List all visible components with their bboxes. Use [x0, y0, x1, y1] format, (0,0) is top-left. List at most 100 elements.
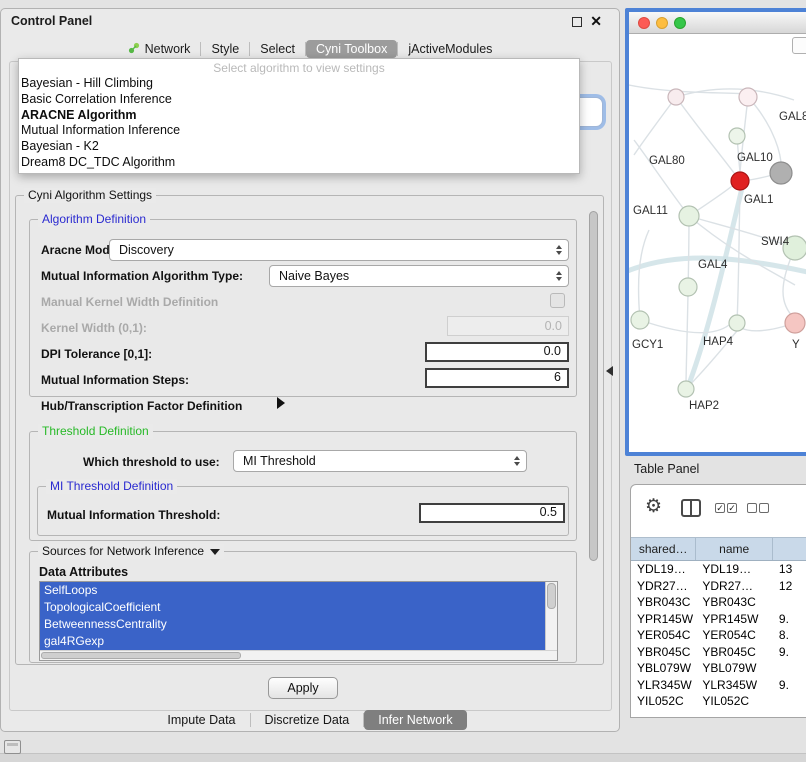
desktop-bottom-strip	[0, 753, 806, 762]
network-window-titlebar[interactable]	[629, 12, 806, 34]
collapsed-arrow-icon[interactable]	[277, 397, 285, 409]
network-node[interactable]	[739, 88, 757, 106]
which-threshold-label: Which threshold to use:	[83, 455, 220, 469]
tab-select[interactable]: Select	[250, 40, 305, 58]
network-edge[interactable]	[640, 320, 729, 333]
table-cell: YLR345W	[696, 677, 773, 694]
mi-algorithm-type-select[interactable]: Naive Bayes	[269, 265, 569, 287]
attribute-item-betweennesscentrality[interactable]: BetweennessCentrality	[40, 616, 545, 633]
dropdown-item-dream8-dc-tdc-algorithm[interactable]: Dream8 DC_TDC Algorithm	[19, 155, 579, 171]
network-scrollbar[interactable]	[792, 37, 806, 54]
panel-tabbar: NetworkStyle Select Cyni Toolbox jActiveMod…	[1, 38, 619, 60]
group-title-mi-threshold-definition: MI Threshold Definition	[46, 479, 177, 494]
table-cell: YDR27…	[696, 578, 773, 595]
network-node[interactable]	[678, 381, 694, 397]
network-node[interactable]	[785, 313, 805, 333]
network-canvas[interactable]: GAL8GAL80GAL10GAL1GAL11SWI4GAL4GCY1HAP4Y…	[629, 34, 806, 452]
network-node[interactable]	[668, 89, 684, 105]
network-edge[interactable]	[639, 230, 649, 320]
network-node[interactable]	[679, 278, 697, 296]
attributes-vscrollbar-thumb[interactable]	[547, 583, 556, 609]
dropdown-item-bayesian-hill-climbing[interactable]: Bayesian - Hill Climbing	[19, 76, 579, 92]
mi-steps-input[interactable]: 6	[425, 368, 569, 388]
table-cell	[773, 660, 806, 677]
network-edge[interactable]	[686, 216, 689, 382]
network-graph[interactable]: GAL8GAL80GAL10GAL1GAL11SWI4GAL4GCY1HAP4Y…	[629, 34, 806, 452]
attributes-vscrollbar[interactable]	[545, 582, 557, 651]
bottom-tab-impute-data[interactable]: Impute Data	[153, 710, 249, 730]
network-node[interactable]	[731, 172, 749, 190]
network-node-label-gal11: GAL11	[633, 205, 668, 217]
network-edge[interactable]	[634, 97, 676, 155]
expanded-arrow-icon[interactable]	[210, 549, 220, 555]
table-row[interactable]: YBL079WYBL079W	[631, 660, 806, 677]
tab-jactivemodules[interactable]: jActiveModules	[398, 40, 502, 58]
columns-icon[interactable]	[681, 499, 701, 517]
dropdown-item-mutual-information-inference[interactable]: Mutual Information Inference	[19, 123, 579, 139]
deselect-all-icon[interactable]	[747, 503, 769, 513]
tab-cyni-toolbox[interactable]: Cyni Toolbox	[306, 40, 397, 58]
tab-style[interactable]: Style	[201, 40, 249, 58]
table-row[interactable]: YBR045CYBR045C9.	[631, 644, 806, 661]
settings-scrollbar-track[interactable]	[589, 205, 599, 657]
table-row[interactable]: YIL052CYIL052C	[631, 693, 806, 710]
network-node[interactable]	[631, 311, 649, 329]
dropdown-item-aracne-algorithm[interactable]: ARACNE Algorithm	[19, 108, 579, 124]
attribute-item-topologicalcoefficient[interactable]: TopologicalCoefficient	[40, 599, 545, 616]
dropdown-item-basic-correlation-inference[interactable]: Basic Correlation Inference	[19, 92, 579, 108]
column-header-shared[interactable]: shared…	[631, 538, 696, 560]
attributes-hscrollbar-thumb[interactable]	[41, 652, 241, 659]
attributes-hscrollbar[interactable]	[40, 650, 557, 660]
select-all-icon[interactable]: ✓✓	[715, 503, 737, 513]
table-row[interactable]: YDL19…YDL19…13	[631, 561, 806, 578]
data-attributes-list[interactable]: SelfLoopsTopologicalCoefficientBetweenne…	[39, 581, 558, 661]
table-row[interactable]: YPR145WYPR145W9.	[631, 611, 806, 628]
spinner-arrows-icon	[556, 245, 562, 255]
group-title-threshold-definition: Threshold Definition	[38, 424, 153, 439]
gear-icon[interactable]: ⚙	[645, 495, 662, 518]
network-node[interactable]	[679, 206, 699, 226]
float-window-icon[interactable]	[572, 17, 582, 27]
dropdown-item-bayesian-k2[interactable]: Bayesian - K2	[19, 139, 579, 155]
zoom-traffic-light[interactable]	[674, 17, 686, 29]
apply-button[interactable]: Apply	[268, 677, 338, 699]
table-cell: 8.	[773, 627, 806, 644]
network-edge[interactable]	[689, 216, 795, 285]
column-header-2[interactable]	[773, 538, 806, 560]
splitter-collapse-icon[interactable]	[606, 366, 613, 376]
mi-threshold-input[interactable]: 0.5	[419, 503, 565, 523]
tab-network[interactable]: Network	[118, 40, 201, 59]
mi-steps-label: Mutual Information Steps:	[41, 373, 189, 387]
aracne-mode-select[interactable]: Discovery	[109, 239, 569, 261]
column-header-name[interactable]: name	[696, 538, 773, 560]
table-row[interactable]: YDR27…YDR27…12	[631, 578, 806, 595]
network-node[interactable]	[729, 128, 745, 144]
table-row[interactable]: YLR345WYLR345W9.	[631, 677, 806, 694]
close-window-icon[interactable]: ✕	[590, 13, 602, 29]
spinner-arrows-icon	[556, 271, 562, 281]
tab-label: Cyni Toolbox	[316, 42, 387, 56]
table-cell: YPR145W	[631, 611, 696, 628]
dpi-tolerance-label: DPI Tolerance [0,1]:	[41, 347, 152, 361]
window-title: Control Panel	[11, 14, 92, 28]
network-edge[interactable]	[676, 89, 794, 100]
attribute-item-selfloops[interactable]: SelfLoops	[40, 582, 545, 599]
collapsed-panel-icon-inner	[7, 743, 18, 746]
network-node[interactable]	[770, 162, 792, 184]
dpi-tolerance-input[interactable]: 0.0	[425, 342, 569, 362]
network-edge[interactable]	[676, 97, 737, 177]
table-row[interactable]: YER054CYER054C8.	[631, 627, 806, 644]
tab-label: Select	[260, 42, 295, 56]
collapsed-panel-icon[interactable]	[4, 740, 21, 754]
table-toolbar: ⚙ ✓✓	[631, 485, 806, 537]
table-cell: YDL19…	[696, 561, 773, 578]
table-row[interactable]: YBR043CYBR043C	[631, 594, 806, 611]
close-traffic-light[interactable]	[638, 17, 650, 29]
minimize-traffic-light[interactable]	[656, 17, 668, 29]
network-node[interactable]	[729, 315, 745, 331]
settings-scrollbar-thumb[interactable]	[589, 211, 598, 561]
bottom-tab-infer-network[interactable]: Infer Network	[364, 710, 466, 730]
which-threshold-select[interactable]: MI Threshold	[233, 450, 527, 472]
attribute-item-gal4rgexp[interactable]: gal4RGexp	[40, 633, 545, 650]
bottom-tab-discretize-data[interactable]: Discretize Data	[251, 710, 364, 730]
